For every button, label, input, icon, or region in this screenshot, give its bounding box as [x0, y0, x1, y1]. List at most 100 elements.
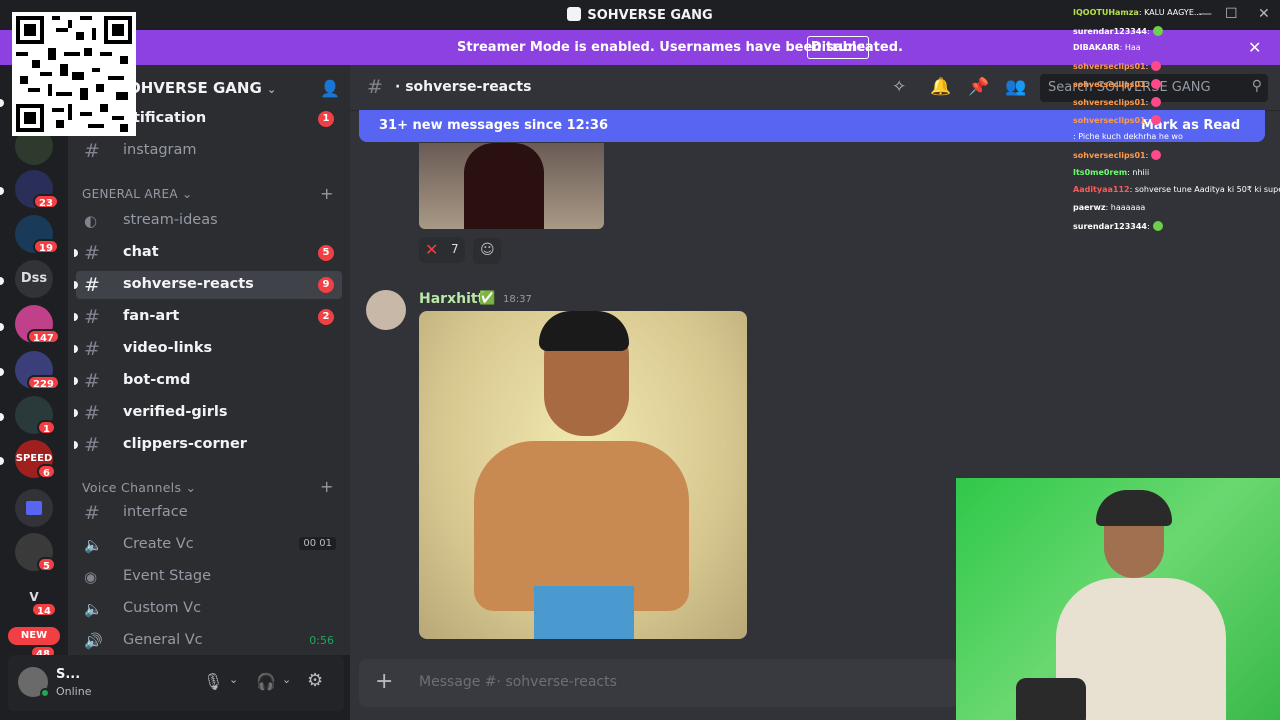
stream-chat-text: : nhiii [1127, 168, 1150, 177]
hash-icon: # [84, 274, 100, 296]
server-icon[interactable]: 147 [15, 305, 60, 344]
stream-chat-text: : [1145, 116, 1149, 125]
stream-chat-text: : Piche kuch dekhrha he wo [1073, 132, 1183, 141]
server-icon[interactable]: 1 [15, 396, 56, 435]
speaker-icon: 🔈 [84, 600, 103, 618]
server-icon-dss[interactable]: Dss [15, 260, 53, 298]
new-pill[interactable]: NEW [8, 627, 60, 645]
hash-icon: # [84, 242, 100, 264]
unread-pip [74, 377, 78, 385]
hash-icon: # [84, 502, 100, 524]
stage-channel-event[interactable]: ◉ Event Stage [76, 563, 342, 591]
channel-stream-ideas[interactable]: ◐ stream-ideas [76, 207, 342, 235]
emote-icon [1151, 150, 1162, 160]
channel-name: stream-ideas [123, 212, 218, 228]
stream-chat-text: : sohverse tune Aaditya ki 50₹ ki superc… [1129, 185, 1280, 194]
verified-badge-icon: ✅ [479, 291, 496, 306]
author-avatar[interactable] [366, 290, 406, 330]
hash-icon: # [84, 306, 100, 328]
add-attachment-icon[interactable]: + [375, 669, 393, 694]
channel-chat[interactable]: # chat 5 [74, 239, 342, 267]
stream-chat-message: sohverseclips01: [1073, 115, 1162, 125]
stream-chat-message: Its0me0rem: nhiii [1073, 168, 1149, 177]
message-input[interactable]: + Message #· sohverse-reacts [359, 659, 959, 707]
microphone-icon[interactable]: 🎙 [203, 672, 223, 691]
stream-chat-message: paerwz: haaaaaa [1073, 203, 1145, 212]
channel-fan-art[interactable]: # fan-art 2 [74, 303, 342, 331]
bell-icon[interactable]: 🔔 [930, 77, 951, 97]
category-general-area[interactable]: GENERAL AREA ⌄ [82, 187, 192, 201]
gear-icon[interactable]: ⚙ [307, 670, 323, 691]
voice-channel-general-vc[interactable]: 🔊 General Vc 0:56 [76, 627, 342, 655]
add-member-icon[interactable]: 👤 [320, 79, 340, 98]
user-panel: S... Online 🎙 ⌄ 🎧 ⌄ ⚙ [8, 655, 344, 711]
add-reaction-button[interactable]: ☺ [473, 238, 501, 264]
server-badge: 6 [37, 464, 56, 479]
channel-sohverse-reacts[interactable]: # sohverse-reacts 9 [74, 271, 342, 299]
stream-chat-text: : [1145, 98, 1149, 107]
server-icon-speed[interactable]: SPEED 6 [15, 440, 56, 479]
stream-chat-text: : haaaaaa [1105, 203, 1146, 212]
stream-chat-text: : KALU AAGYE... [1138, 8, 1202, 17]
stream-chat-text: : [1145, 151, 1149, 160]
stream-chat-user: sohverseclips01 [1073, 62, 1146, 71]
unread-pip [74, 409, 78, 417]
chevron-down-icon: ⌄ [267, 83, 277, 96]
stream-chat-user: sohverseclips01 [1073, 151, 1146, 160]
category-voice-channels[interactable]: Voice Channels ⌄ [82, 480, 196, 495]
stream-chat-message: surendar123344: [1073, 221, 1163, 231]
server-icon[interactable]: 229 [15, 351, 60, 390]
server-icon[interactable]: 19 [15, 215, 59, 254]
app-icon [567, 7, 582, 21]
emote-icon [1151, 115, 1162, 125]
threads-icon[interactable]: ✧ [892, 77, 906, 97]
add-channel-icon[interactable]: + [320, 184, 333, 203]
user-limit: 00 01 [299, 537, 336, 550]
server-icon[interactable]: 5 [15, 533, 56, 572]
author-name[interactable]: Harxhitt [419, 291, 484, 307]
user-status: Online [56, 685, 92, 698]
server-badge: 19 [33, 239, 59, 254]
stream-chat-text: : [1147, 27, 1150, 36]
unread-pip [0, 413, 4, 421]
stream-chat-message: surendar123344: [1073, 26, 1163, 36]
chevron-down-icon[interactable]: ⌄ [282, 673, 291, 686]
channel-verified-girls[interactable]: # verified-girls [74, 399, 342, 427]
unread-pip [74, 281, 78, 289]
channel-title-text: sohverse-reacts [405, 79, 532, 95]
unread-pip [74, 441, 78, 449]
channel-bot-cmd[interactable]: # bot-cmd [74, 367, 342, 395]
reaction-x[interactable]: ✕ 7 [419, 237, 465, 263]
folder-icon[interactable] [15, 489, 53, 527]
channel-interface[interactable]: # interface [76, 499, 342, 527]
channel-clippers-corner[interactable]: # clippers-corner [74, 431, 342, 459]
category-label: Voice Channels [82, 480, 182, 495]
chevron-down-icon[interactable]: ⌄ [229, 673, 238, 686]
members-icon[interactable]: 👥 [1005, 77, 1026, 97]
stream-chat-user: IQOOTUHamza [1073, 8, 1139, 17]
voice-channel-create-vc[interactable]: 🔈 Create Vc 00 01 [76, 531, 342, 559]
channel-video-links[interactable]: # video-links [74, 335, 342, 363]
channel-instagram[interactable]: # instagram [76, 137, 342, 165]
unread-pip [0, 99, 4, 107]
mention-count: 5 [318, 245, 334, 261]
unread-pip [0, 457, 4, 465]
stream-chat-user: paerwz [1073, 203, 1106, 212]
server-icon-v[interactable]: V 14 [15, 578, 57, 617]
unread-pip [0, 277, 4, 285]
x-emoji-icon: ✕ [425, 240, 439, 259]
server-badge: 229 [27, 375, 60, 390]
previous-image-attachment[interactable] [419, 143, 604, 229]
server-header[interactable]: OHVERSE GANG ⌄ [128, 79, 276, 97]
headphones-icon[interactable]: 🎧 [256, 672, 276, 691]
stream-chat-user: Aadityaa112 [1073, 185, 1130, 194]
add-channel-icon[interactable]: + [320, 477, 333, 496]
voice-channel-custom-vc[interactable]: 🔈 Custom Vc [76, 595, 342, 623]
channel-name: interface [123, 504, 188, 520]
channel-name: Create Vc [123, 536, 194, 552]
server-icon[interactable]: 23 [15, 170, 59, 209]
disable-button[interactable]: Disable [807, 36, 869, 59]
emote-icon [1152, 26, 1163, 36]
image-attachment[interactable] [419, 311, 747, 639]
pin-icon[interactable]: 📌 [968, 77, 989, 97]
